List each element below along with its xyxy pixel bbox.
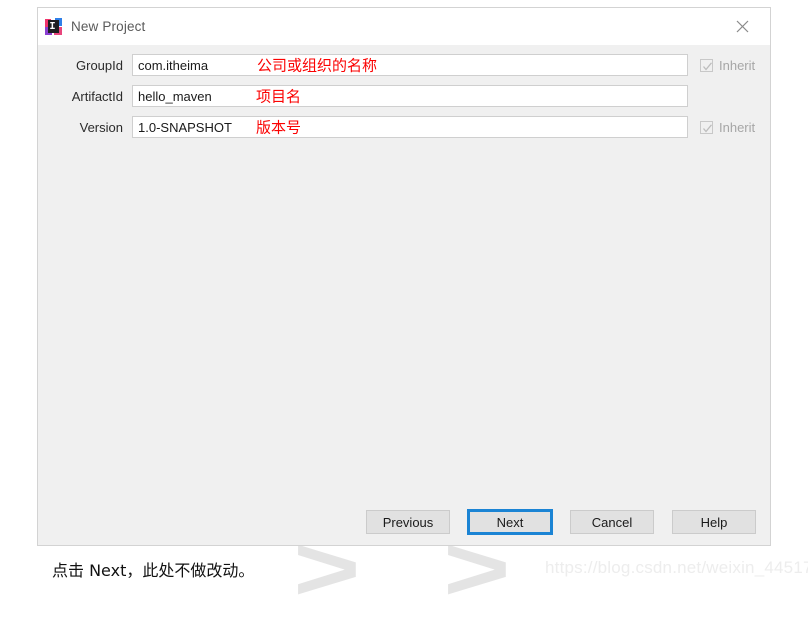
artifactid-label: ArtifactId: [71, 88, 123, 104]
groupid-inherit-checkbox[interactable]: Inherit: [700, 58, 755, 73]
form-row-artifactid: ArtifactId hello_maven 项目名: [38, 84, 770, 108]
checkmark-icon: [700, 58, 713, 72]
dialog-body: GroupId com.itheima 公司或组织的名称 Inherit Art…: [38, 45, 770, 545]
form-row-version: Version 1.0-SNAPSHOT 版本号 Inherit: [38, 115, 770, 139]
version-label: Version: [79, 119, 123, 135]
close-icon[interactable]: [722, 8, 762, 45]
groupid-input[interactable]: com.itheima 公司或组织的名称: [132, 54, 688, 76]
next-button[interactable]: Next: [467, 509, 553, 535]
version-inherit-checkbox[interactable]: Inherit: [700, 120, 755, 135]
previous-button[interactable]: Previous: [366, 510, 450, 534]
dialog-titlebar: New Project: [38, 8, 770, 45]
groupid-label: GroupId: [76, 57, 123, 73]
intellij-idea-icon: [45, 18, 62, 35]
artifactid-input[interactable]: hello_maven 项目名: [132, 85, 688, 107]
caption-text: 点击 Next，此处不做改动。: [52, 561, 255, 580]
artifactid-value: hello_maven: [138, 88, 212, 104]
groupid-annotation: 公司或组织的名称: [257, 56, 378, 75]
cancel-button[interactable]: Cancel: [570, 510, 654, 534]
dialog-footer: Previous Next Cancel Help: [38, 507, 770, 537]
version-input[interactable]: 1.0-SNAPSHOT 版本号: [132, 116, 688, 138]
version-inherit-label: Inherit: [719, 119, 756, 135]
watermark-url: https://blog.csdn.net/weixin_44517301: [545, 558, 808, 577]
version-annotation: 版本号: [256, 118, 302, 137]
form-row-groupid: GroupId com.itheima 公司或组织的名称 Inherit: [38, 53, 770, 77]
groupid-inherit-label: Inherit: [719, 57, 756, 73]
help-button[interactable]: Help: [672, 510, 756, 534]
version-value: 1.0-SNAPSHOT: [138, 119, 232, 135]
groupid-value: com.itheima: [138, 57, 209, 73]
checkmark-icon: [700, 120, 713, 134]
artifactid-annotation: 项目名: [256, 87, 302, 106]
new-project-dialog: New Project GroupId com.itheima 公司或组织的名称: [37, 7, 771, 546]
dialog-title: New Project: [71, 19, 146, 34]
